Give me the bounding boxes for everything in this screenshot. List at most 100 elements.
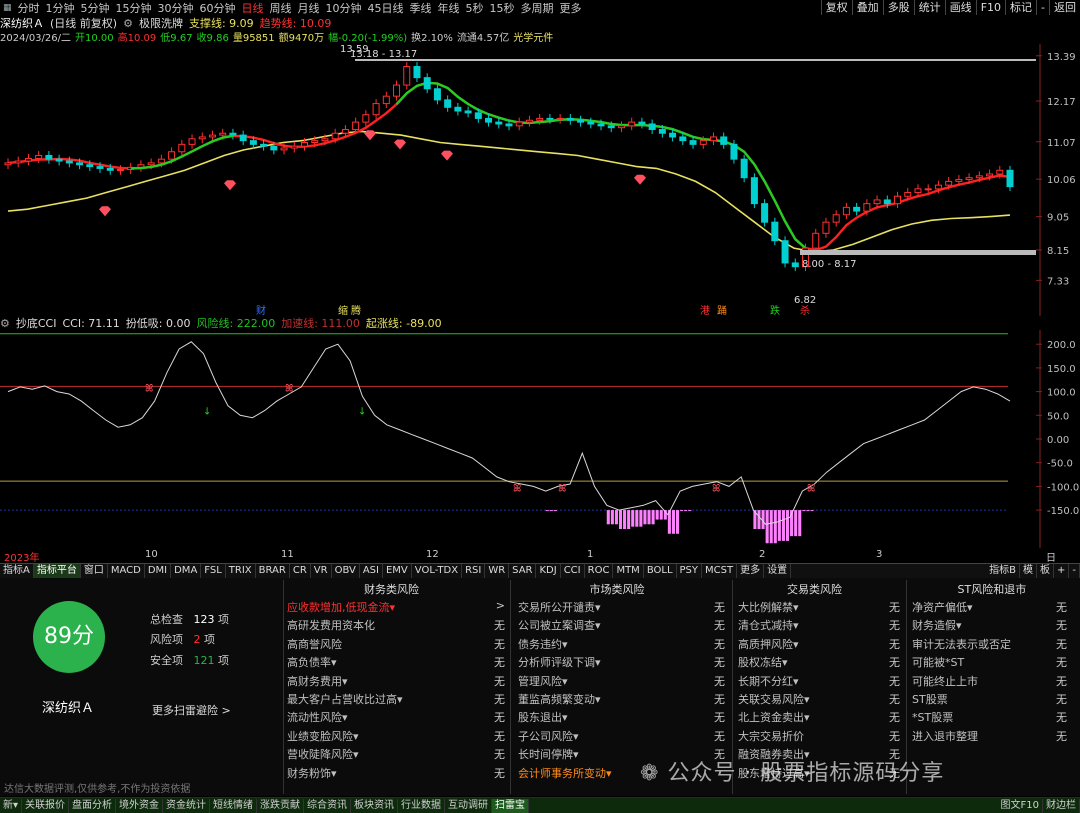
indicator-tab[interactable]: PSY	[677, 564, 703, 578]
period-tab[interactable]: 15秒	[487, 0, 518, 16]
bottom-tab[interactable]: 境外资金	[116, 798, 164, 813]
risk-item[interactable]: 财务造假▾ 无	[912, 617, 1067, 635]
risk-item[interactable]: 进入退市整理 无	[912, 728, 1067, 746]
risk-item[interactable]: 子公司风险▾ 无	[518, 728, 725, 746]
indicator-tab[interactable]: MCST	[702, 564, 738, 578]
indicator-tab[interactable]: ROC	[585, 564, 614, 578]
risk-item[interactable]: 大宗交易折价 无	[738, 728, 900, 746]
risk-item[interactable]: 财务粉饰▾ 无	[287, 765, 505, 783]
risk-item[interactable]: 高商誉风险 无	[287, 636, 505, 654]
bottom-tab[interactable]: 行业数据	[398, 798, 446, 813]
toolbar-button[interactable]: 画线	[944, 0, 976, 15]
bottom-tab[interactable]: 短线情绪	[210, 798, 258, 813]
indicator-tab[interactable]: MACD	[108, 564, 145, 578]
cci-chart[interactable]: 200.0 150.0 100.0 50.0 0.00 -50.0 -100.0 -150.0…	[0, 330, 1080, 548]
risk-item[interactable]: 清仓式减持▾ 无	[738, 617, 900, 635]
bottom-tab[interactable]: 资金统计	[163, 798, 211, 813]
toolbar-button[interactable]: F10	[975, 0, 1005, 15]
indicator-tab-right[interactable]: +	[1054, 564, 1070, 578]
period-tab[interactable]: 5分钟	[78, 0, 113, 16]
risk-item[interactable]: 净资产偏低▾ 无	[912, 599, 1067, 617]
risk-item[interactable]: 高研发费用资本化 无	[287, 617, 505, 635]
period-tab[interactable]: 60分钟	[197, 0, 239, 16]
risk-item[interactable]: 营收陡降风险▾ 无	[287, 746, 505, 764]
grid-icon[interactable]: ▦	[0, 3, 15, 13]
indicator-tab[interactable]: FSL	[201, 564, 226, 578]
quote-concept[interactable]: 光学元件	[513, 29, 553, 44]
bottom-tab[interactable]: 综合资讯	[304, 798, 352, 813]
toolbar-button[interactable]: 复权	[820, 0, 852, 15]
risk-item[interactable]: 公司被立案调查▾ 无	[518, 617, 725, 635]
indicator-tab[interactable]: 更多	[737, 564, 765, 578]
indicator-tab[interactable]: 窗口	[81, 564, 108, 578]
risk-item[interactable]: 管理风险▾ 无	[518, 673, 725, 691]
indicator-tab[interactable]: BOLL	[644, 564, 677, 578]
event-tag[interactable]: 跌	[770, 304, 780, 316]
period-tab[interactable]: 月线	[295, 0, 323, 16]
risk-item[interactable]: *ST股票 无	[912, 709, 1067, 727]
toolbar-button[interactable]: 统计	[913, 0, 945, 15]
indicator-tab[interactable]: 指标A	[0, 564, 34, 578]
bottom-right-button[interactable]: 图文F10	[998, 798, 1043, 813]
indicator-tab[interactable]: EMV	[383, 564, 412, 578]
cci-gear-icon[interactable]: ⚙	[0, 317, 10, 330]
price-chart[interactable]: 13.3912.1711.0710.069.058.157.33 13.59 1…	[0, 44, 1080, 316]
period-tab[interactable]: 10分钟	[323, 0, 365, 16]
risk-item[interactable]: 股权冻结▾ 无	[738, 654, 900, 672]
indicator-tab[interactable]: BRAR	[256, 564, 290, 578]
event-tag[interactable]: 踊	[717, 305, 727, 316]
risk-item[interactable]: 关联交易风险▾ 无	[738, 691, 900, 709]
toolbar-button[interactable]: 返回	[1049, 0, 1080, 15]
toolbar-button[interactable]: -	[1036, 0, 1049, 15]
indicator-tab[interactable]: CCI	[561, 564, 585, 578]
risk-item[interactable]: 高质押风险▾ 无	[738, 636, 900, 654]
risk-item[interactable]: 审计无法表示或否定 无	[912, 636, 1067, 654]
indicator-tab[interactable]: TRIX	[226, 564, 256, 578]
toolbar-button[interactable]: 叠加	[851, 0, 883, 15]
period-tab[interactable]: 45日线	[365, 0, 407, 16]
bottom-tab[interactable]: 涨跌贡献	[257, 798, 305, 813]
period-tab[interactable]: 周线	[267, 0, 295, 16]
toolbar-button[interactable]: 多股	[882, 0, 914, 15]
risk-item[interactable]: ST股票 无	[912, 691, 1067, 709]
bottom-tab[interactable]: 扫雷宝	[492, 798, 530, 813]
indicator-gear-icon[interactable]: ⚙	[123, 17, 133, 30]
indicator-tab[interactable]: KDJ	[536, 564, 561, 578]
indicator-tab[interactable]: CR	[290, 564, 311, 578]
event-tag[interactable]: 港	[700, 305, 710, 316]
event-tag[interactable]: 杀	[800, 304, 810, 316]
period-tab[interactable]: 1分钟	[43, 0, 78, 16]
indicator-tab[interactable]: DMI	[145, 564, 172, 578]
risk-item[interactable]: 董监高频繁变动▾ 无	[518, 691, 725, 709]
risk-item[interactable]: 债务违约▾ 无	[518, 636, 725, 654]
bottom-tab[interactable]: 盘面分析	[69, 798, 117, 813]
risk-item[interactable]: 可能终止上市 无	[912, 673, 1067, 691]
risk-item[interactable]: 北上资金卖出▾ 无	[738, 709, 900, 727]
indicator-tab[interactable]: OBV	[332, 564, 360, 578]
indicator-tab[interactable]: 设置	[764, 564, 792, 578]
indicator-tab-right[interactable]: 模	[1020, 564, 1037, 578]
risk-item[interactable]: 可能被*ST 无	[912, 654, 1067, 672]
risk-item[interactable]: 股东退出▾ 无	[518, 709, 725, 727]
period-tab[interactable]: 15分钟	[113, 0, 155, 16]
risk-item[interactable]: 长期不分红▾ 无	[738, 673, 900, 691]
indicator-tab[interactable]: MTM	[613, 564, 644, 578]
indicator-tab-right[interactable]: 指标B	[986, 564, 1020, 578]
indicator-tab[interactable]: 指标平台	[33, 564, 81, 578]
indicator-tab[interactable]: RSI	[462, 564, 486, 578]
period-tab[interactable]: 30分钟	[155, 0, 197, 16]
period-tab[interactable]: 年线	[435, 0, 463, 16]
indicator-tab[interactable]: DMA	[171, 564, 202, 578]
risk-item[interactable]: 最大客户占营收比过高▾ 无	[287, 691, 505, 709]
period-tab[interactable]: 5秒	[463, 0, 487, 16]
risk-item[interactable]: 分析师评级下调▾ 无	[518, 654, 725, 672]
bottom-tab[interactable]: 关联报价	[22, 798, 70, 813]
toolbar-button[interactable]: 标记	[1005, 0, 1036, 15]
risk-item[interactable]: 大比例解禁▾ 无	[738, 599, 900, 617]
bottom-tab[interactable]: 板块资讯	[351, 798, 399, 813]
risk-item[interactable]: 业绩变脸风险▾ 无	[287, 728, 505, 746]
indicator-tab[interactable]: SAR	[509, 564, 537, 578]
cci-name[interactable]: 抄底CCI	[16, 315, 57, 331]
indicator-tab-right[interactable]: -	[1069, 564, 1080, 578]
bottom-tab[interactable]: 互动调研	[445, 798, 493, 813]
